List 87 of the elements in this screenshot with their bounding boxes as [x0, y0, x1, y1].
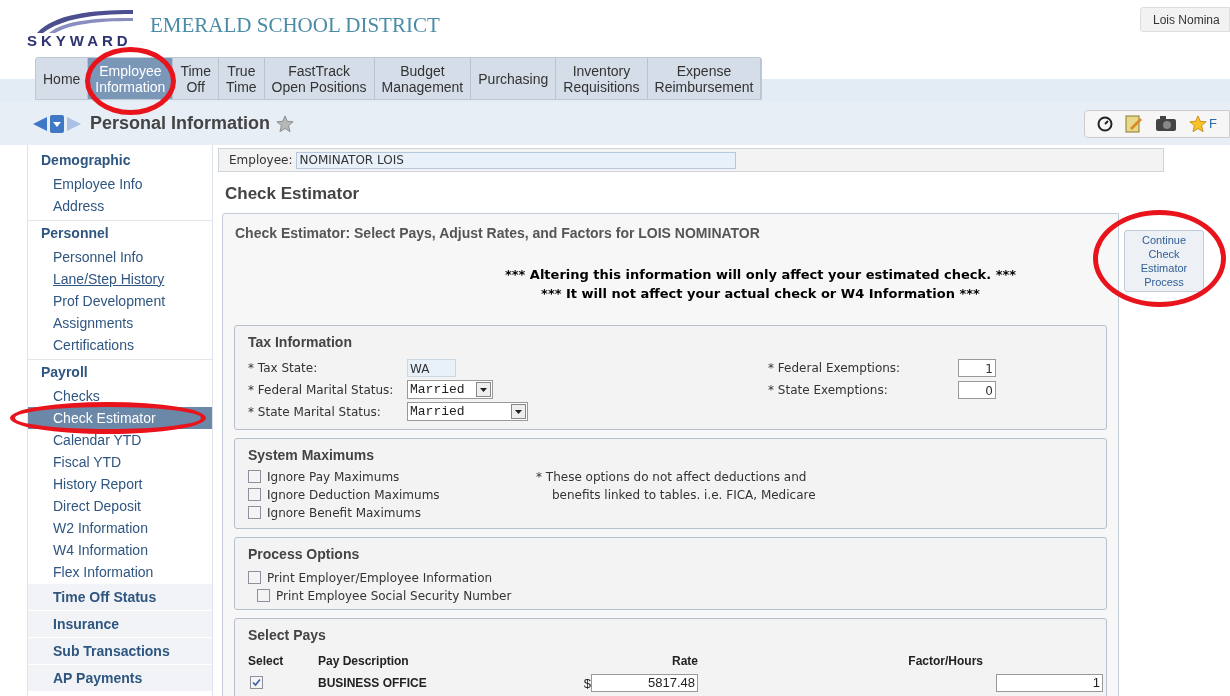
sidebar-link[interactable]: Checks [28, 385, 212, 407]
sidebar-link[interactable]: Lane/Step History [28, 268, 212, 290]
camera-icon[interactable] [1155, 115, 1177, 132]
warning-text: *** It will not affect your actual check or W4 Information *** [541, 284, 980, 303]
nav-tab[interactable]: True Time [219, 58, 265, 99]
nav-tab[interactable]: Budget Management [374, 58, 472, 99]
section-title: Select Pays [248, 625, 327, 645]
sidebar-section[interactable]: Insurance [28, 610, 212, 637]
checkbox[interactable] [257, 589, 270, 602]
sidebar-link[interactable]: Flex Information [28, 561, 212, 583]
employee-field: NOMINATOR LOIS [296, 151, 737, 169]
field-label: * State Exemptions: [768, 381, 889, 399]
checkmark-icon [252, 678, 261, 688]
column-header: Pay Description [318, 652, 410, 670]
select-value: Married [410, 380, 466, 399]
sidebar-section[interactable]: Time Off Status [28, 583, 212, 610]
note-text: * These options do not affect deductions and [536, 468, 808, 486]
sidebar-link[interactable]: Employee Info [28, 173, 212, 195]
pay-description: BUSINESS OFFICE [318, 675, 428, 693]
star-icon[interactable] [276, 114, 295, 133]
sidebar-section[interactable]: Sub Transactions [28, 637, 212, 664]
logo-text: SKYWARD [27, 31, 132, 51]
nav-tab[interactable]: Inventory Requisitions [556, 58, 648, 99]
checkbox[interactable] [248, 506, 261, 519]
select-value: Married [410, 402, 466, 421]
nav-tab[interactable]: Time Off [173, 58, 219, 99]
section-title: Tax Information [248, 332, 353, 352]
sidebar-link[interactable]: Check Estimator [28, 407, 212, 429]
nav-tab[interactable]: Expense Reimbursement [647, 58, 762, 99]
rate-field[interactable]: 5817.48 [591, 674, 698, 693]
section-title: Process Options [248, 544, 361, 564]
employee-label: Employee: [229, 152, 293, 169]
sidebar-link[interactable]: Assignments [28, 312, 212, 334]
field-label: * Federal Marital Status: [248, 381, 395, 399]
option-label: Ignore Pay Maximums [267, 468, 400, 486]
sidebar-link[interactable]: W4 Information [28, 539, 212, 561]
field-label: * State Marital Status: [248, 403, 382, 421]
toolbar-label[interactable]: F [1209, 113, 1217, 134]
star-icon[interactable] [1189, 114, 1207, 133]
sidebar-link[interactable]: Prof Development [28, 290, 212, 312]
dropdown-icon[interactable] [50, 114, 64, 133]
sidebar-section[interactable]: AP Payments [28, 664, 212, 691]
checkbox[interactable] [248, 488, 261, 501]
column-header: Rate [671, 652, 698, 670]
currency-symbol: $ [583, 674, 591, 693]
exemptions-field[interactable]: 1 [958, 358, 996, 377]
exemptions-field[interactable]: 0 [958, 380, 996, 399]
sidebar-link[interactable]: Personnel Info [28, 246, 212, 268]
select-field[interactable]: Married [407, 380, 493, 399]
sidebar-link[interactable]: Direct Deposit [28, 495, 212, 517]
column-header: Select [248, 652, 285, 670]
checkbox[interactable] [248, 470, 261, 483]
checkbox[interactable] [248, 571, 261, 584]
section-title: System Maximums [248, 445, 376, 465]
user-button[interactable]: Lois Nomina [1140, 7, 1230, 32]
field-label: * Tax State: [248, 359, 319, 377]
checkbox[interactable] [250, 676, 263, 690]
sidebar-link[interactable]: Calendar YTD [28, 429, 212, 451]
page-heading: Personal Information [90, 112, 271, 135]
option-label: Print Employee Social Security Number [276, 587, 512, 605]
sidebar-link[interactable]: History Report [28, 473, 212, 495]
continue-button[interactable]: Continue Check Estimator Process [1124, 229, 1204, 292]
option-label: Ignore Deduction Maximums [267, 486, 440, 504]
option-label: Ignore Benefit Maximums [267, 504, 422, 522]
nav-tab[interactable]: Purchasing [471, 58, 557, 99]
notepad-icon[interactable] [1125, 114, 1143, 133]
sidebar-link[interactable]: Fiscal YTD [28, 451, 212, 473]
option-label: Print Employer/Employee Information [267, 569, 493, 587]
nav-tab[interactable]: FastTrack Open Positions [264, 58, 375, 99]
back-arrow-icon[interactable] [32, 115, 48, 132]
clock-icon[interactable] [1097, 115, 1113, 132]
sidebar-link[interactable]: Certifications [28, 334, 212, 356]
section-heading: Check Estimator [225, 183, 361, 205]
sidebar-link[interactable]: W2 Information [28, 517, 212, 539]
note-text: benefits linked to tables. i.e. FICA, Medicare [551, 486, 816, 504]
warning-text: *** Altering this information will only affect your estimated check. *** [504, 265, 1017, 284]
factor-field[interactable]: 1 [996, 674, 1103, 693]
sidebar-link[interactable]: Address [28, 195, 212, 217]
column-header: Factor/Hours [907, 652, 983, 670]
field-label: * Federal Exemptions: [768, 359, 902, 377]
sidebar-heading: Demographic [40, 150, 132, 170]
district-name: EMERALD SCHOOL DISTRICT [150, 12, 440, 39]
tax-state-field: WA [407, 358, 456, 377]
select-field[interactable]: Married [407, 402, 528, 421]
panel-title: Check Estimator: Select Pays, Adjust Rates, and Factors for LOIS NOMINATOR [235, 223, 761, 243]
sidebar-heading: Payroll [28, 359, 212, 385]
sidebar-heading: Personnel [28, 220, 212, 246]
